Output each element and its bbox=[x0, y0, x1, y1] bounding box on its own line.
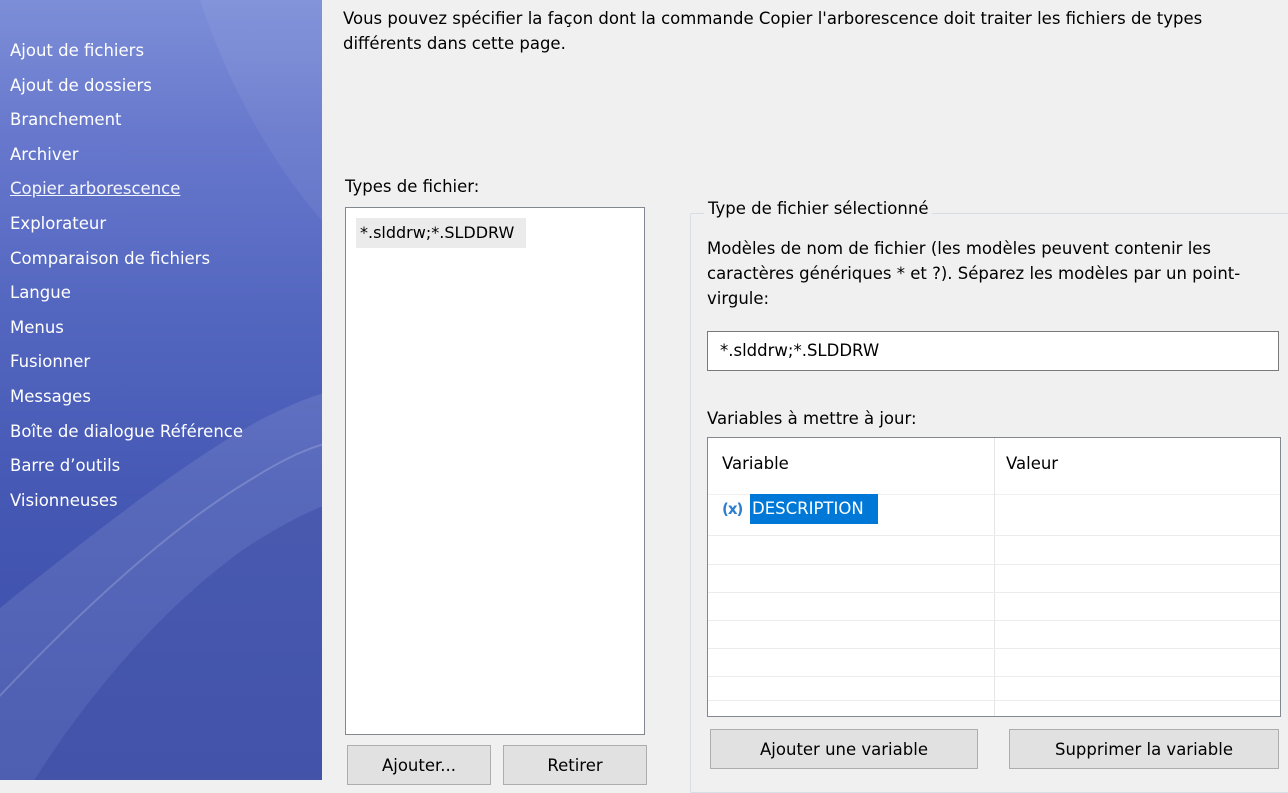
file-pattern-input[interactable]: *.slddrw;*.SLDDRW bbox=[707, 331, 1279, 371]
variable-icon: (x) bbox=[722, 500, 743, 518]
delete-variable-button[interactable]: Supprimer la variable bbox=[1009, 729, 1279, 769]
file-types-label: Types de fichier: bbox=[345, 177, 480, 196]
row-divider bbox=[708, 535, 1280, 536]
page-description: Vous pouvez spécifier la façon dont la c… bbox=[343, 9, 1203, 53]
row-divider bbox=[708, 676, 1280, 677]
sidebar-item[interactable]: Branchement bbox=[10, 103, 243, 138]
add-file-type-button[interactable]: Ajouter... bbox=[347, 745, 491, 785]
row-divider bbox=[708, 564, 1280, 565]
remove-file-type-button[interactable]: Retirer bbox=[503, 745, 647, 785]
sidebar-item[interactable]: Langue bbox=[10, 276, 243, 311]
patterns-help-text: Modèles de nom de fichier (les modèles p… bbox=[707, 239, 1241, 308]
sidebar-item[interactable]: Archiver bbox=[10, 138, 243, 173]
table-row[interactable]: (x) DESCRIPTION bbox=[722, 494, 878, 524]
sidebar-item[interactable]: Fusionner bbox=[10, 345, 243, 380]
sidebar: Ajout de fichiers Ajout de dossiers Branch… bbox=[0, 0, 322, 787]
row-divider bbox=[708, 620, 1280, 621]
sidebar-item[interactable]: Menus bbox=[10, 311, 243, 346]
variables-table[interactable]: Variable Valeur (x) DESCRIPTION bbox=[707, 437, 1281, 717]
group-title: Type de fichier sélectionné bbox=[704, 199, 933, 218]
row-divider bbox=[708, 592, 1280, 593]
sidebar-item[interactable]: Visionneuses bbox=[10, 484, 243, 519]
variable-name-cell[interactable]: DESCRIPTION bbox=[750, 494, 878, 524]
sidebar-item[interactable]: Comparaison de fichiers bbox=[10, 242, 243, 277]
sidebar-item[interactable]: Explorateur bbox=[10, 207, 243, 242]
sidebar-item[interactable]: Barre d’outils bbox=[10, 449, 243, 484]
sidebar-item[interactable]: Ajout de dossiers bbox=[10, 69, 243, 104]
add-variable-button[interactable]: Ajouter une variable bbox=[710, 729, 978, 769]
file-type-item[interactable]: *.slddrw;*.SLDDRW bbox=[356, 218, 527, 248]
column-header-value[interactable]: Valeur bbox=[1006, 454, 1058, 473]
column-header-variable[interactable]: Variable bbox=[722, 454, 789, 473]
sidebar-item[interactable]: Boîte de dialogue Référence bbox=[10, 415, 243, 450]
variables-label: Variables à mettre à jour: bbox=[707, 409, 917, 428]
row-divider bbox=[708, 648, 1280, 649]
sidebar-item[interactable]: Ajout de fichiers bbox=[10, 34, 243, 69]
sidebar-bottom-edge bbox=[0, 780, 322, 787]
row-divider bbox=[708, 700, 1280, 701]
sidebar-item[interactable]: Messages bbox=[10, 380, 243, 415]
column-divider bbox=[994, 438, 995, 716]
sidebar-nav: Ajout de fichiers Ajout de dossiers Branch… bbox=[10, 34, 243, 518]
file-types-list[interactable]: *.slddrw;*.SLDDRW bbox=[345, 207, 645, 735]
sidebar-item[interactable]: Copier arborescence bbox=[10, 172, 243, 207]
